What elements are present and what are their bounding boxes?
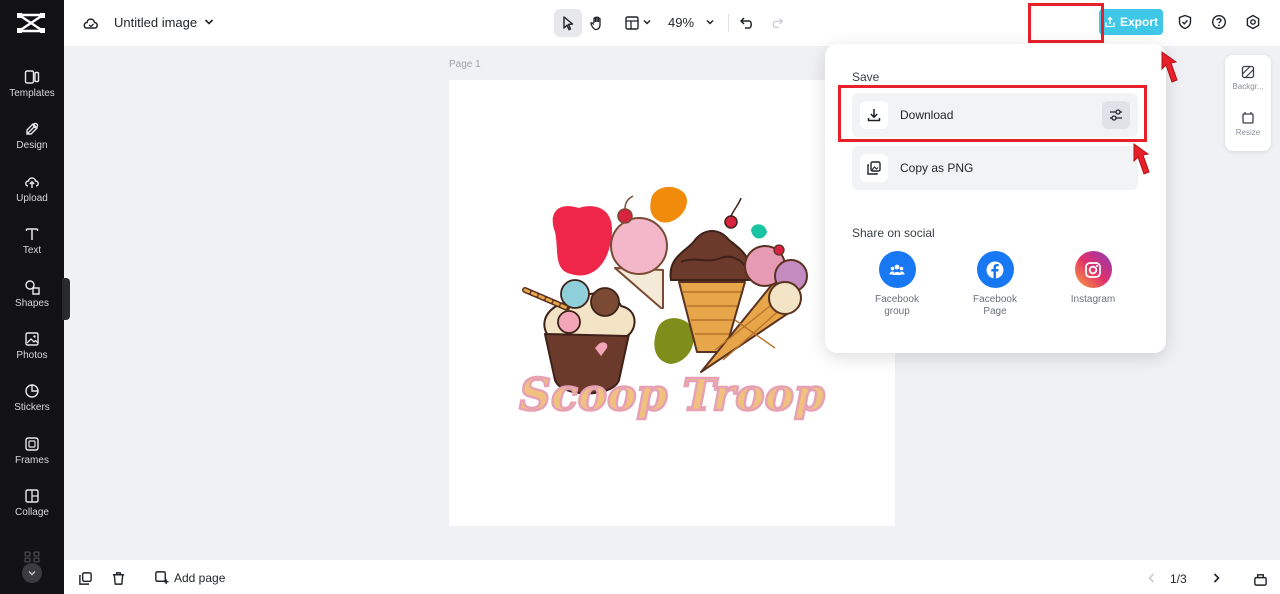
frames-icon bbox=[25, 437, 39, 451]
sidebar-item-photos[interactable]: Photos bbox=[0, 322, 64, 370]
apps-grid-icon[interactable] bbox=[22, 551, 42, 563]
sidebar-item-label: Stickers bbox=[14, 402, 50, 413]
add-page-label: Add page bbox=[174, 570, 226, 585]
share-upload-icon bbox=[1105, 16, 1115, 28]
sidebar-item-templates[interactable]: Templates bbox=[0, 60, 64, 108]
copy-image-icon bbox=[860, 154, 888, 182]
background-tool-label: Backgr... bbox=[1232, 82, 1264, 91]
share-instagram[interactable]: Instagram bbox=[1053, 251, 1133, 306]
sidebar-item-label: Photos bbox=[16, 350, 48, 361]
sidebar-item-frames[interactable]: Frames bbox=[0, 427, 64, 475]
select-tool-button[interactable] bbox=[554, 9, 582, 37]
pages-panel-icon[interactable] bbox=[1251, 570, 1269, 588]
share-heading: Share on social bbox=[852, 226, 935, 240]
resize-icon bbox=[1242, 112, 1254, 124]
help-icon[interactable] bbox=[1209, 12, 1229, 32]
templates-icon bbox=[24, 70, 40, 84]
add-page-button[interactable]: Add page bbox=[154, 570, 225, 585]
left-sidebar: Templates Design Upload Text Shapes Phot… bbox=[0, 0, 64, 594]
bottom-bar: Add page 1/3 bbox=[64, 560, 1280, 594]
sidebar-item-label: Collage bbox=[15, 507, 49, 518]
chevron-right-icon[interactable] bbox=[1208, 570, 1224, 586]
shapes-icon bbox=[25, 280, 40, 295]
facebook-group-icon bbox=[878, 251, 916, 288]
document-title[interactable]: Untitled image bbox=[114, 15, 197, 30]
avatar[interactable] bbox=[22, 563, 42, 583]
chevron-left-icon[interactable] bbox=[1144, 570, 1160, 586]
export-highlight-box bbox=[1028, 3, 1104, 43]
duplicate-page-icon[interactable] bbox=[76, 569, 94, 587]
share-facebook-page[interactable]: Facebook Page bbox=[955, 251, 1035, 318]
sidebar-item-text[interactable]: Text bbox=[0, 217, 64, 265]
add-page-icon bbox=[155, 571, 169, 585]
sidebar-item-label: Upload bbox=[16, 193, 48, 204]
instagram-icon bbox=[1074, 251, 1112, 288]
pointer-icon bbox=[563, 16, 574, 31]
sidebar-item-design[interactable]: Design bbox=[0, 112, 64, 160]
text-icon bbox=[25, 228, 39, 240]
sidebar-item-label: Shapes bbox=[15, 298, 49, 309]
shield-icon[interactable] bbox=[1175, 12, 1195, 32]
instagram-label: Instagram bbox=[1070, 294, 1116, 305]
trash-icon[interactable] bbox=[109, 569, 127, 587]
design-icon bbox=[26, 122, 39, 135]
chevron-down-icon[interactable] bbox=[202, 15, 216, 29]
hand-tool-icon[interactable] bbox=[588, 13, 608, 33]
export-button-label: Export bbox=[1119, 15, 1158, 29]
share-facebook-group[interactable]: Facebook group bbox=[857, 251, 937, 318]
sidebar-item-upload[interactable]: Upload bbox=[0, 165, 64, 213]
facebook-icon bbox=[976, 251, 1014, 288]
capcut-logo-icon[interactable] bbox=[16, 10, 46, 36]
facebook-page-label: Facebook Page bbox=[973, 294, 1017, 317]
sidebar-item-label: Text bbox=[22, 245, 42, 256]
resize-tool-label: Resize bbox=[1235, 128, 1261, 137]
arrow-pointer-icon bbox=[1133, 143, 1150, 175]
export-button[interactable]: Export bbox=[1099, 9, 1163, 35]
sidebar-item-shapes[interactable]: Shapes bbox=[0, 270, 64, 318]
undo-icon[interactable] bbox=[737, 13, 757, 33]
cloud-sync-icon[interactable] bbox=[82, 14, 100, 32]
chevron-down-icon bbox=[28, 571, 36, 576]
facebook-group-label: Facebook group bbox=[875, 294, 919, 317]
background-icon bbox=[1241, 65, 1255, 79]
upload-icon bbox=[25, 177, 39, 188]
toolbar-divider bbox=[728, 14, 729, 32]
redo-icon[interactable] bbox=[767, 13, 787, 33]
collage-icon bbox=[25, 489, 39, 503]
download-highlight-box bbox=[838, 85, 1147, 142]
logo-text: Scoop Troop bbox=[519, 370, 825, 421]
resize-tool[interactable]: Resize bbox=[1225, 111, 1271, 137]
page-label: Page 1 bbox=[449, 59, 481, 70]
chevron-down-icon[interactable] bbox=[641, 16, 653, 28]
sidebar-item-label: Frames bbox=[15, 455, 49, 466]
zoom-level[interactable]: 49% bbox=[668, 15, 694, 30]
sidebar-item-stickers[interactable]: Stickers bbox=[0, 374, 64, 422]
save-heading: Save bbox=[852, 70, 880, 84]
sidebar-item-label: Templates bbox=[9, 88, 55, 99]
chevron-down-icon[interactable] bbox=[704, 16, 716, 28]
copy-as-png-button[interactable]: Copy as PNG bbox=[852, 146, 1138, 190]
arrow-pointer-icon bbox=[1161, 51, 1178, 83]
photos-icon bbox=[25, 332, 39, 346]
sidebar-collapse-handle[interactable] bbox=[62, 278, 70, 320]
copy-as-png-label: Copy as PNG bbox=[900, 161, 974, 175]
right-tool-panel: Backgr... Resize bbox=[1225, 55, 1271, 151]
background-tool[interactable]: Backgr... bbox=[1225, 65, 1271, 91]
stickers-icon bbox=[25, 384, 39, 398]
gear-icon[interactable] bbox=[1243, 12, 1263, 32]
page-count: 1/3 bbox=[1170, 572, 1187, 586]
sidebar-item-label: Design bbox=[16, 140, 48, 151]
layout-icon[interactable] bbox=[622, 13, 642, 33]
sidebar-item-collage[interactable]: Collage bbox=[0, 479, 64, 527]
